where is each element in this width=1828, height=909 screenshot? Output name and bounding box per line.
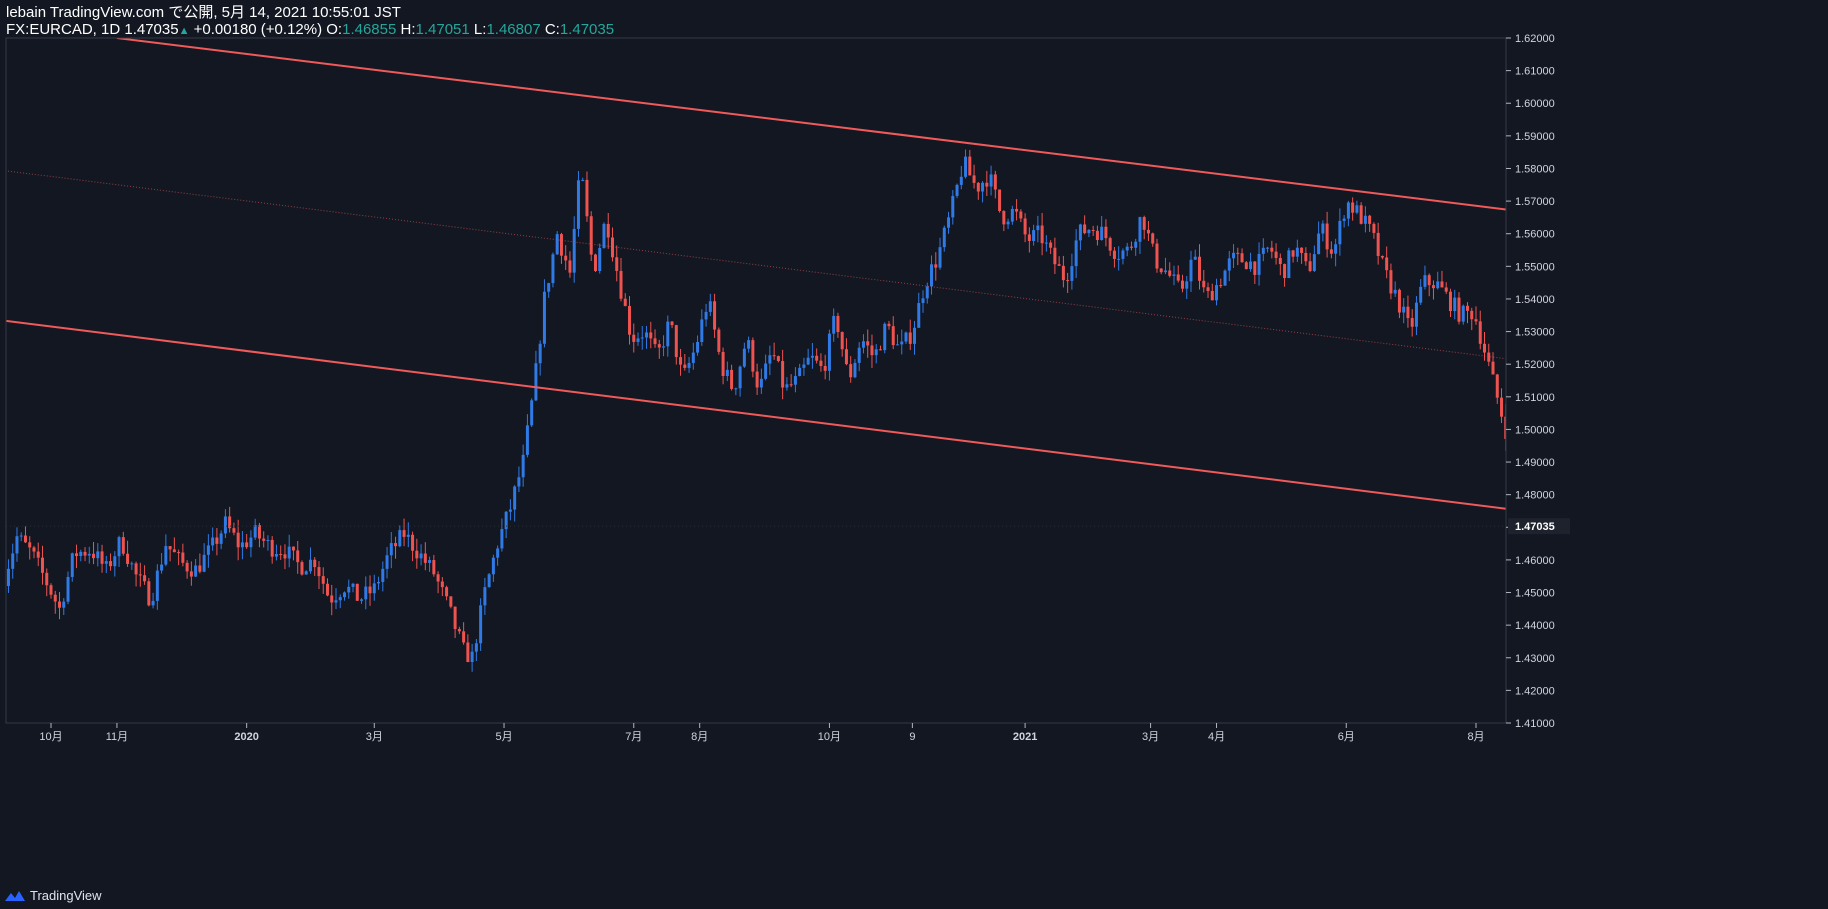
candle [551,252,555,288]
y-tick-label: 1.54000 [1515,294,1555,306]
candle [555,231,559,256]
footer-brand[interactable]: TradingView [4,888,102,903]
y-tick-label: 1.48000 [1515,490,1555,502]
price-chart[interactable]: 1.41000 1.42000 1.43000 1.44000 1.45000 1.460… [0,0,1828,909]
up-arrow-icon: ▲ [178,25,190,37]
x-tick-label: 8月 [691,731,708,743]
x-tick-label: 11月 [106,731,128,743]
candle [717,327,721,355]
candle [1287,247,1291,279]
y-tick-label: 1.51000 [1515,392,1555,404]
x-tick-label: 6月 [1338,731,1355,743]
y-tick-label: 1.60000 [1515,98,1555,110]
y-tick-label: 1.56000 [1515,229,1555,241]
candle [147,578,151,607]
x-tick-label: 2020 [234,731,258,743]
high-value: 1.47051 [415,21,470,38]
candle [598,243,602,274]
y-tick-label: 1.58000 [1515,163,1555,175]
price-change: +0.00180 (+0.12%) [193,21,323,38]
x-tick-label: 8月 [1467,731,1484,743]
x-tick-label: 5月 [495,731,512,743]
y-tick-label: 1.43000 [1515,653,1555,665]
y-tick-label: 1.52000 [1515,359,1555,371]
tradingview-logo-icon [5,890,25,901]
candle [883,322,887,354]
close-value: 1.47035 [559,21,615,38]
chart-header: lebain TradingView.com で公開, 5月 14, 2021 … [6,4,614,40]
x-tick-label: 9 [909,731,915,743]
candle [998,189,1002,213]
candle [530,398,534,427]
y-tick-label: 1.41000 [1515,718,1555,730]
open-label: O: [326,21,343,38]
candle [487,572,491,588]
low-value: 1.46807 [486,21,541,38]
high-label: H: [400,21,416,38]
y-tick-label: 1.50000 [1515,424,1555,436]
x-tick-label: 3月 [1142,731,1159,743]
y-tick-label: 1.53000 [1515,327,1555,339]
y-tick-label: 1.61000 [1515,66,1555,78]
candle [751,337,755,378]
last-price-tag-label: 1.47035 [1515,521,1555,533]
candle [593,253,597,273]
x-tick-label: 10月 [39,731,62,743]
y-tick-label: 1.42000 [1515,685,1555,697]
last-price: 1.47035 [124,21,179,38]
close-label: C: [544,21,560,38]
x-tick-label: 10月 [818,731,841,743]
candle [602,222,606,249]
symbol-label: FX:EURCAD, 1D [6,21,121,38]
y-tick-label: 1.46000 [1515,555,1555,567]
candle [449,596,453,609]
y-tick-label: 1.55000 [1515,261,1555,273]
candle [300,560,304,576]
ohlc-line: FX:EURCAD, 1D 1.47035▲ +0.00180 (+0.12%)… [6,21,614,40]
x-tick-label: 7月 [625,731,642,743]
x-tick-label: 4月 [1208,731,1225,743]
y-tick-label: 1.62000 [1515,33,1555,45]
candle [355,583,359,601]
publisher-line: lebain TradingView.com で公開, 5月 14, 2021 … [6,4,401,21]
y-tick-label: 1.45000 [1515,588,1555,600]
open-value: 1.46855 [342,21,397,38]
candle [1359,202,1363,225]
candle [1155,238,1159,273]
x-tick-label: 2021 [1013,731,1037,743]
y-tick-label: 1.44000 [1515,620,1555,632]
low-label: L: [473,21,487,38]
brand-name: TradingView [30,888,102,903]
candle [479,598,483,651]
candle [576,171,580,237]
candle [1223,269,1227,286]
y-tick-label: 1.57000 [1515,196,1555,208]
candle [589,211,593,262]
y-tick-label: 1.59000 [1515,131,1555,143]
y-tick-label: 1.49000 [1515,457,1555,469]
x-tick-label: 3月 [366,731,383,743]
